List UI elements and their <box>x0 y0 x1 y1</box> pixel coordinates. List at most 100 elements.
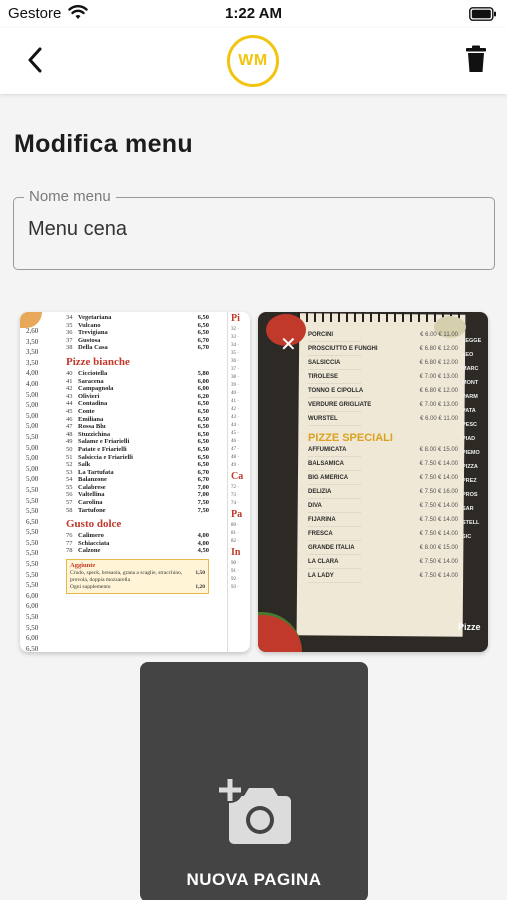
menu-item: LA LADY € 7.50 € 14.00 <box>308 573 458 580</box>
item-name: Contadina <box>78 400 108 408</box>
menu-item: TIROLESE € 7.00 € 13.00 <box>308 374 458 381</box>
delete-menu-button[interactable] <box>465 45 487 73</box>
menu-name-input[interactable] <box>28 218 468 241</box>
menu-item: 55 Calabrese 7,00 <box>66 484 209 492</box>
extras-title: Aggiunte <box>70 562 96 570</box>
item-description: ········································ <box>308 423 362 428</box>
item-name: Vulcano <box>78 321 101 329</box>
item-name: DELIZIA <box>308 489 332 495</box>
side-price: 5,50 <box>26 432 39 441</box>
side-price: 5,00 <box>26 464 39 473</box>
section-heading: Gusto dolce <box>66 518 122 531</box>
item-prices: € 7.50 € 14.00 <box>419 503 458 509</box>
menu-item: DIVA € 7.50 € 14.00 <box>308 503 458 510</box>
side-item: SAR <box>462 506 474 512</box>
item-number: 55 <box>66 483 73 491</box>
item-prices: € 6.80 € 12.00 <box>419 346 458 352</box>
status-time: 1:22 AM <box>225 5 282 22</box>
menu-item: 49 Salame e Friarielli 6,50 <box>66 438 209 446</box>
item-number: 49 <box>66 438 73 446</box>
item-description: ········································ <box>308 552 362 557</box>
item-name: La Tartufata <box>78 468 114 476</box>
extras-note: Ogni supplemento <box>70 584 111 591</box>
side-price: 5,00 <box>26 475 39 484</box>
item-description: ········································ <box>308 353 362 358</box>
menu-item: BIG AMERICA € 7.50 € 14.00 <box>308 475 458 482</box>
item-name: Conte <box>78 407 95 415</box>
menu-name-field[interactable]: Nome menu <box>13 188 495 270</box>
item-price: 4,00 <box>197 539 209 547</box>
side-item: LEO <box>462 352 474 358</box>
item-name: DIVA <box>308 503 322 509</box>
item-name: Calzone <box>78 547 101 555</box>
item-name: Cicciotella <box>78 369 108 377</box>
item-name: Schiacciata <box>78 539 110 547</box>
extras-note-price: 1,20 <box>195 584 205 591</box>
item-price: 7,50 <box>197 506 209 514</box>
side-price: 4,00 <box>26 369 39 378</box>
menu-item: GRANDE ITALIA € 8.00 € 15.00 <box>308 545 458 552</box>
item-description: ········································ <box>308 524 362 529</box>
item-number: 54 <box>66 476 73 484</box>
item-price: 6,70 <box>197 344 209 352</box>
item-number: 40 <box>66 369 73 377</box>
item-number: 35 <box>66 321 73 329</box>
item-name: FIJARINA <box>308 517 336 523</box>
item-description: ········································ <box>308 482 362 487</box>
status-bar: Gestore 1:22 AM <box>0 0 507 28</box>
side-price: 5,00 <box>26 422 39 431</box>
menu-item: 54 Balanzone 6,70 <box>66 476 209 484</box>
menu-item: LA CLARA € 7.50 € 14.00 <box>308 559 458 566</box>
menu-item: 52 Salk 6,50 <box>66 461 209 469</box>
side-price: 6,50 <box>26 517 39 526</box>
remove-page-icon[interactable]: ✕ <box>280 332 297 357</box>
menu-item: FIJARINA € 7.50 € 14.00 <box>308 517 458 524</box>
footer-text: Pizze <box>458 622 481 632</box>
side-price-column: 2,60 3,50 3,50 3,50 4,00 4,00 5,00 5,00 5,00 5,00… <box>26 326 46 652</box>
side-price: 5,00 <box>26 411 39 420</box>
menu-item: 43 Olivieri 6,20 <box>66 393 209 401</box>
item-name: Balanzone <box>78 476 107 484</box>
menu-item: 34 Vegetariana 6,50 <box>66 314 209 322</box>
item-number: 50 <box>66 445 73 453</box>
side-price: 3,50 <box>26 337 39 346</box>
item-name: Saracena <box>78 377 104 385</box>
back-button[interactable] <box>22 45 48 75</box>
page-2-menu-list: PORCINI € 6.00 € 11.00 ···················… <box>308 332 458 587</box>
item-number: 46 <box>66 415 73 423</box>
item-price: 6,50 <box>197 415 209 423</box>
menu-page-thumbnail-2[interactable]: ✕ PORCINI € 6.00 € 11.00 ·················… <box>258 312 488 652</box>
side-price: 5,00 <box>26 443 39 452</box>
item-description: ········································ <box>308 496 362 501</box>
side-item: PIEMO <box>462 450 480 456</box>
item-prices: € 7.00 € 13.00 <box>419 402 458 408</box>
section-heading: Pizze bianche <box>66 355 130 368</box>
menu-item: SALSICCIA € 6.80 € 12.00 <box>308 360 458 367</box>
item-price: 6,50 <box>197 314 209 321</box>
item-name: Olivieri <box>78 392 100 400</box>
extras-text: Crudo, speck, bresaola, grana a scaglie,… <box>70 570 183 584</box>
side-price: 5,00 <box>26 454 39 463</box>
item-number: 48 <box>66 430 73 438</box>
item-name: WURSTEL <box>308 416 338 422</box>
side-item: PATA <box>462 408 476 414</box>
item-name: Patate e Friarielli <box>78 445 127 453</box>
menu-item: 78 Calzone 4,50 <box>66 547 209 555</box>
menu-item: 57 Carolina 7,50 <box>66 499 209 507</box>
watermelon-decoration <box>258 612 302 652</box>
side-item: PIZZA <box>462 464 478 470</box>
item-number: 78 <box>66 547 73 555</box>
side-price: 3,50 <box>26 358 39 367</box>
item-price: 7,50 <box>197 499 209 507</box>
menu-item: 58 Tartufone 7,50 <box>66 507 209 515</box>
item-price: 6,50 <box>197 423 209 431</box>
menu-page-thumbnail-1[interactable]: 2,60 3,50 3,50 3,50 4,00 4,00 5,00 5,00 5,00 5,00… <box>20 312 250 652</box>
item-name: Rossa Blu <box>78 423 106 431</box>
item-price: 6,50 <box>197 321 209 329</box>
item-price: 6,50 <box>197 445 209 453</box>
new-page-button[interactable]: NUOVA PAGINA <box>140 662 368 900</box>
trash-icon <box>466 45 486 72</box>
item-prices: € 6.80 € 12.00 <box>419 360 458 366</box>
item-number: 44 <box>66 400 73 408</box>
side-item: PROS <box>462 492 478 498</box>
